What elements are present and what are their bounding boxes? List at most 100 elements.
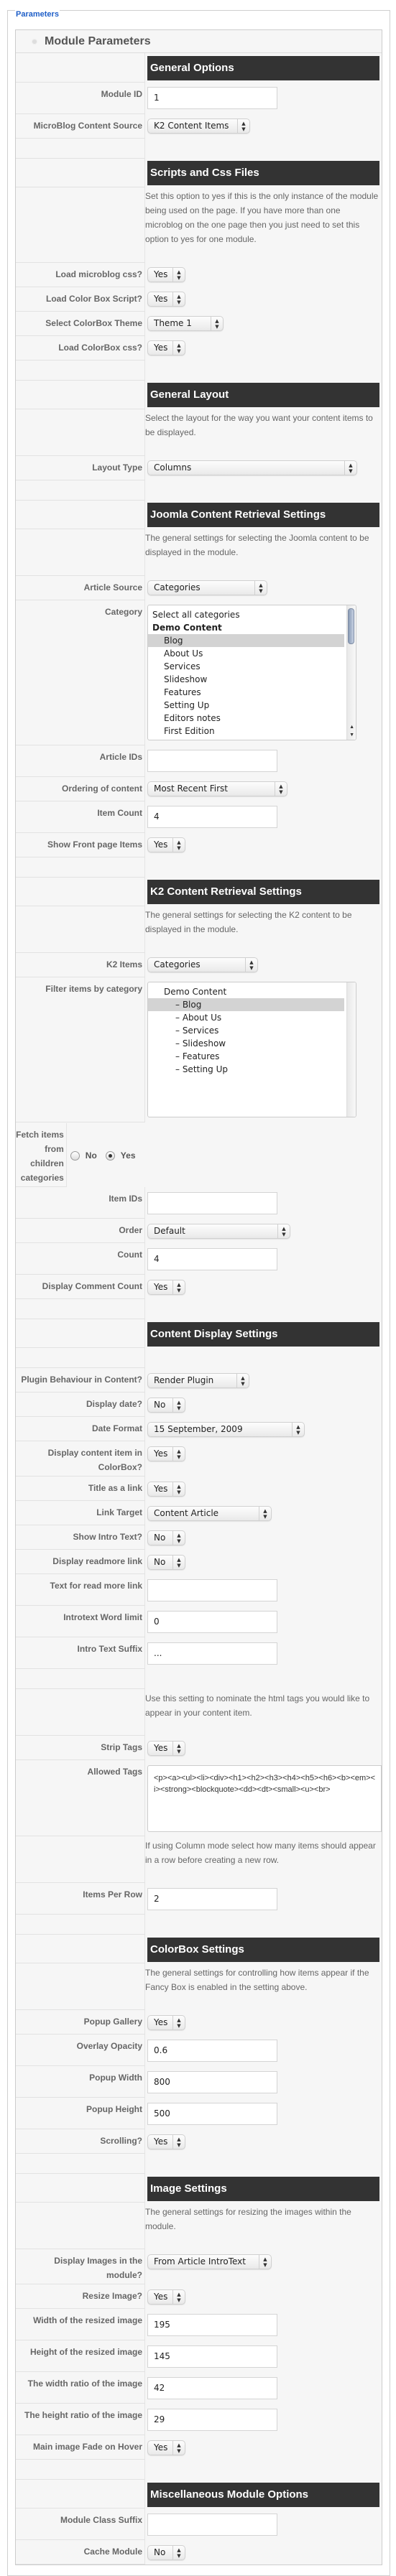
popup-width-input[interactable]: 800	[147, 2070, 277, 2093]
list-option[interactable]: Select all categories	[148, 608, 344, 621]
overlay-opacity-input[interactable]: 0.6	[147, 2039, 277, 2062]
items-per-row-input[interactable]: 2	[147, 1887, 277, 1910]
category-listbox[interactable]: Select all categories Demo Content Blog Abo…	[147, 605, 356, 740]
row-spacer	[16, 138, 382, 159]
item-ids-input[interactable]	[147, 1191, 277, 1214]
list-option[interactable]: Blog	[148, 634, 344, 647]
field-label: Count	[16, 1242, 145, 1275]
parameters-legend[interactable]: Parameters	[15, 10, 60, 19]
width-of-the-resized-image-input[interactable]: 195	[147, 2313, 277, 2336]
field-label: Date Format	[16, 1416, 145, 1441]
field-value-cell: Scripts and Css Files	[145, 158, 382, 187]
select-value: No	[154, 2547, 166, 2557]
list-option[interactable]: First Edition	[148, 725, 344, 738]
list-option[interactable]: Demo Content	[148, 985, 344, 998]
filter-items-by-category-listbox[interactable]: Demo Content – Blog – About Us – Services – …	[147, 982, 356, 1117]
article-ids-input[interactable]	[147, 750, 277, 772]
scrollbar-thumb[interactable]	[348, 608, 354, 644]
allowed-tags-textarea[interactable]: <p><a><ul><li><div><h1><h2><h3><h4><h5><…	[147, 1764, 382, 1832]
introtext-word-limit-input[interactable]: 0	[147, 1610, 277, 1633]
item-count-input[interactable]: 4	[147, 806, 277, 828]
scrollbar[interactable]	[346, 982, 356, 1117]
module-class-suffix-input[interactable]	[147, 2513, 277, 2536]
list-option[interactable]: Services	[148, 660, 344, 673]
intro-text-suffix-input[interactable]: ...	[147, 1642, 277, 1665]
list-option[interactable]: – Slideshow	[148, 1037, 344, 1050]
list-option[interactable]: Editors notes	[148, 712, 344, 725]
date-format-select[interactable]: 15 September, 2009 ▲ ▼	[147, 1421, 305, 1437]
list-option[interactable]: – Setting Up	[148, 1063, 344, 1076]
scrolling-select[interactable]: Yes ▲ ▼	[147, 2134, 185, 2149]
row-microblog-content-source: MicroBlog Content Source K2 Content Items…	[16, 113, 382, 139]
list-option[interactable]: Demo Content	[148, 621, 344, 634]
radio-no[interactable]	[70, 1150, 80, 1161]
field-label	[16, 360, 145, 381]
list-option[interactable]: – About Us	[148, 1011, 344, 1024]
field-label: The height ratio of the image	[16, 2403, 145, 2435]
radio-label[interactable]: Yes	[121, 1148, 136, 1163]
link-target-select[interactable]: Content Article ▲ ▼	[147, 1505, 272, 1521]
section-description: The general settings for selecting the J…	[145, 533, 369, 557]
popup-gallery-select[interactable]: Yes ▲ ▼	[147, 2014, 185, 2030]
display-comment-count-select[interactable]: Yes ▲ ▼	[147, 1279, 185, 1295]
order-select[interactable]: Default ▲ ▼	[147, 1223, 290, 1239]
radio-yes[interactable]	[105, 1150, 115, 1161]
title-as-a-link-select[interactable]: Yes ▲ ▼	[147, 1481, 185, 1497]
field-label: Fetch items from children categories	[16, 1122, 67, 1187]
show-intro-text-select[interactable]: No ▲ ▼	[147, 1530, 185, 1545]
count-input[interactable]: 4	[147, 1247, 277, 1270]
module-id-input[interactable]: 1	[147, 87, 277, 109]
list-option[interactable]: Slideshow	[148, 673, 344, 686]
list-option[interactable]: About Us	[148, 647, 344, 660]
field-value-cell: K2 Content Items ▲ ▼	[145, 113, 382, 138]
load-colorbox-css-select[interactable]: Yes ▲ ▼	[147, 340, 185, 355]
row-main-image-fade-on-hover: Main image Fade on Hover Yes ▲ ▼	[16, 2435, 382, 2460]
display-content-item-in-colorbox-select[interactable]: Yes ▲ ▼	[147, 1446, 185, 1461]
select-arrows-icon: ▲ ▼	[172, 1482, 185, 1496]
resize-image-select[interactable]: Yes ▲ ▼	[147, 2289, 185, 2305]
display-images-in-the-module-select[interactable]: From Article IntroText ▲ ▼	[147, 2254, 272, 2269]
list-option[interactable]: – Features	[148, 1050, 344, 1063]
list-option[interactable]: Features	[148, 686, 344, 699]
list-option[interactable]: – Blog	[148, 998, 344, 1011]
display-readmore-link-select[interactable]: No ▲ ▼	[147, 1554, 185, 1570]
height-of-the-resized-image-input[interactable]: 145	[147, 2345, 277, 2368]
row-cache-module: Cache Module No ▲ ▼	[16, 2539, 382, 2565]
radio-label[interactable]: No	[86, 1148, 97, 1163]
row-date-format: Date Format 15 September, 2009 ▲ ▼	[16, 1416, 382, 1441]
field-value-cell: Yes ▲ ▼	[145, 2284, 382, 2309]
scroll-up-icon[interactable]: ▲	[349, 725, 354, 730]
field-label	[16, 2202, 145, 2249]
article-source-select[interactable]: Categories ▲ ▼	[147, 580, 267, 595]
row-desc: Use this setting to nominate the html ta…	[16, 1688, 382, 1736]
select-arrows-icon: ▲ ▼	[172, 341, 185, 355]
k2-items-select[interactable]: Categories ▲ ▼	[147, 957, 258, 972]
load-microblog-css-select[interactable]: Yes ▲ ▼	[147, 267, 185, 282]
select-value: Theme 1	[154, 318, 192, 328]
microblog-content-source-select[interactable]: K2 Content Items ▲ ▼	[147, 118, 250, 134]
section-description: The general settings for selecting the K…	[145, 910, 352, 934]
display-date-select[interactable]: No ▲ ▼	[147, 1397, 185, 1413]
list-option[interactable]: – Services	[148, 1024, 344, 1037]
load-color-box-script-select[interactable]: Yes ▲ ▼	[147, 292, 185, 307]
plugin-behaviour-in-content-select[interactable]: Render Plugin ▲ ▼	[147, 1372, 249, 1388]
cache-module-select[interactable]: No ▲ ▼	[147, 2544, 185, 2560]
row-resize-image: Resize Image? Yes ▲ ▼	[16, 2284, 382, 2309]
select-colorbox-theme-select[interactable]: Theme 1 ▲ ▼	[147, 316, 224, 331]
main-image-fade-on-hover-select[interactable]: Yes ▲ ▼	[147, 2440, 185, 2455]
select-arrows-icon: ▲ ▼	[245, 958, 257, 972]
select-arrows-icon: ▲ ▼	[172, 292, 185, 306]
select-value: K2 Content Items	[154, 121, 229, 131]
the-width-ratio-of-the-image-input[interactable]: 42	[147, 2376, 277, 2399]
strip-tags-select[interactable]: Yes ▲ ▼	[147, 1740, 185, 1756]
panel-title-bar[interactable]: Module Parameters	[16, 30, 382, 53]
popup-height-input[interactable]: 500	[147, 2102, 277, 2125]
scroll-down-icon[interactable]: ▼	[349, 733, 354, 738]
ordering-of-content-select[interactable]: Most Recent First ▲ ▼	[147, 781, 287, 796]
show-front-page-items-select[interactable]: Yes ▲ ▼	[147, 837, 185, 852]
list-option[interactable]: Setting Up	[148, 699, 344, 712]
select-arrows-icon: ▲ ▼	[172, 1280, 185, 1294]
text-for-read-more-link-input[interactable]	[147, 1578, 277, 1601]
layout-type-select[interactable]: Columns ▲ ▼	[147, 460, 357, 475]
row-article-source: Article Source Categories ▲ ▼	[16, 575, 382, 600]
